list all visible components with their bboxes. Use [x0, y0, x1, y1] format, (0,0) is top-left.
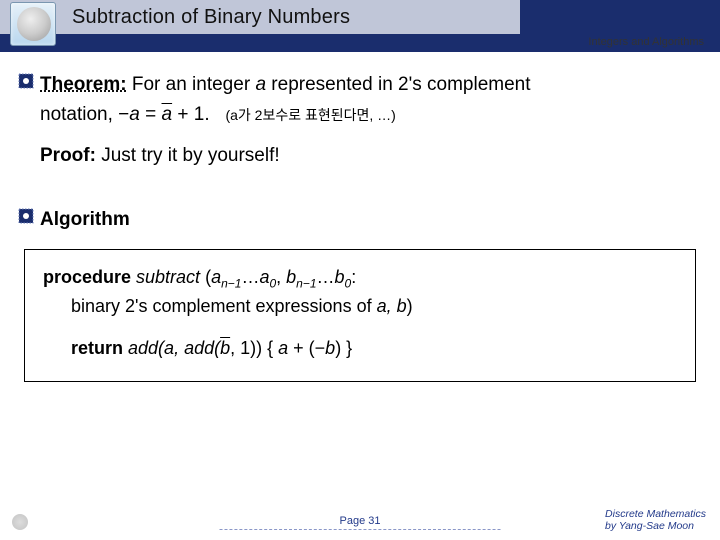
- theorem-l2pre: notation, −: [40, 104, 129, 125]
- title-bar-light: Subtraction of Binary Numbers: [0, 0, 520, 34]
- proof-line: Proof: Just try it by yourself!: [40, 145, 702, 167]
- ell1: …: [241, 267, 259, 287]
- ret4: + (−: [288, 338, 325, 358]
- proc-name: subtract: [131, 267, 205, 287]
- theorem-label: Theorem:: [40, 74, 127, 95]
- slide-content: Theorem: For an integer a represented in…: [18, 70, 702, 382]
- footer-credits: Discrete Mathematics by Yang-Sae Moon: [605, 508, 706, 532]
- theorem-text: Theorem: For an integer a represented in…: [40, 70, 531, 131]
- algorithm-box: procedure subtract (an−1…a0, bn−1…b0: bi…: [24, 249, 696, 382]
- b-sub-n1: n−1: [296, 277, 316, 291]
- bullet-icon: [18, 208, 34, 224]
- theorem-abar: a: [162, 104, 173, 125]
- slide-footer: Page 31 Discrete Mathematics by Yang-Sae…: [0, 508, 720, 534]
- bullet-icon: [18, 73, 34, 89]
- desc-close: ): [407, 296, 413, 316]
- ret-b2: b: [325, 338, 335, 358]
- section-label: Integers and Algorithms: [588, 36, 704, 48]
- ret-a2: a: [278, 338, 288, 358]
- slide-header: Subtraction of Binary Numbers Integers a…: [0, 0, 720, 44]
- ret-bbar: b: [220, 338, 230, 358]
- colon: :: [351, 267, 356, 287]
- theorem-l2end: + 1.: [172, 104, 210, 125]
- procedure-kw: procedure: [43, 267, 131, 287]
- ret3: , 1)) {: [230, 338, 278, 358]
- arg-a: a: [211, 267, 221, 287]
- ret5: ) }: [335, 338, 352, 358]
- theorem-t1: For an integer: [132, 74, 256, 95]
- proc-desc: binary 2's complement expressions of a, …: [43, 293, 677, 321]
- ret-a: a: [164, 338, 174, 358]
- theorem-note: (a가 2보수로 표현된다면, …): [225, 107, 395, 123]
- theorem-a2: a: [129, 104, 140, 125]
- comma1: ,: [276, 267, 286, 287]
- footer-logo: [12, 514, 42, 530]
- theorem-t2: represented in 2's complement: [266, 74, 531, 95]
- theorem-a1: a: [255, 74, 266, 95]
- algorithm-bullet: Algorithm: [18, 205, 702, 235]
- slide-title: Subtraction of Binary Numbers: [72, 6, 350, 29]
- credit-line-1: Discrete Mathematics: [605, 508, 706, 520]
- return-kw: return: [71, 338, 123, 358]
- algorithm-label: Algorithm: [40, 205, 130, 235]
- person-icon: [17, 7, 51, 41]
- ell2: …: [317, 267, 335, 287]
- theorem-bullet: Theorem: For an integer a represented in…: [18, 70, 702, 131]
- arg-b: b: [286, 267, 296, 287]
- credit-line-2: by Yang-Sae Moon: [605, 520, 706, 532]
- desc-text: binary 2's complement expressions of: [71, 296, 377, 316]
- desc-vars: a, b: [377, 296, 407, 316]
- arg-a0: a: [259, 267, 269, 287]
- page-number: Page 31: [220, 515, 501, 530]
- ret2: , add(: [174, 338, 220, 358]
- ret1: add(: [123, 338, 164, 358]
- header-icon: [10, 2, 56, 46]
- proof-label: Proof:: [40, 145, 96, 166]
- a-sub-n1: n−1: [221, 277, 241, 291]
- proc-line: procedure subtract (an−1…a0, bn−1…b0:: [43, 264, 677, 293]
- theorem-l2eq: =: [140, 104, 162, 125]
- algorithm-section: Algorithm procedure subtract (an−1…a0, b…: [18, 205, 702, 382]
- arg-b0: b: [335, 267, 345, 287]
- return-line: return add(a, add(b, 1)) { a + (−b) }: [43, 335, 677, 363]
- proof-text: Just try it by yourself!: [96, 145, 280, 166]
